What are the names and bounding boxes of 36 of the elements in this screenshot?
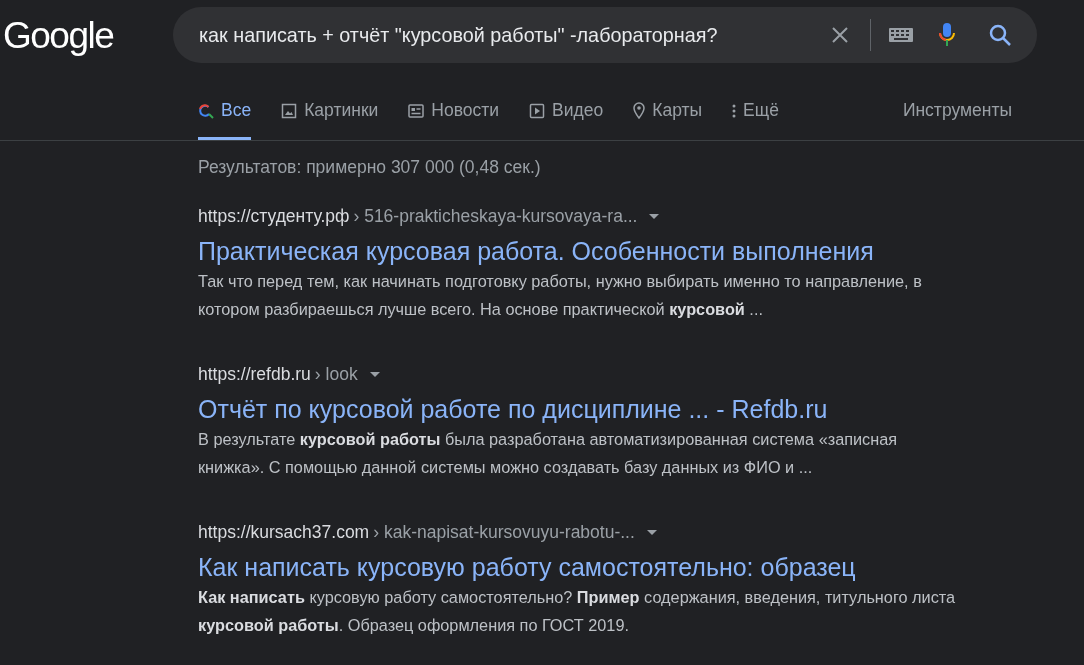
result-url: https://kursach37.com (198, 521, 370, 543)
search-tab[interactable]: Новости (408, 76, 500, 140)
keyboard-icon[interactable] (889, 28, 913, 42)
result-url: https://refdb.ru (198, 363, 311, 385)
map-pin-icon (633, 102, 646, 119)
close-icon[interactable] (831, 26, 849, 44)
search-tab[interactable]: Видео (529, 76, 604, 140)
result-snippet: В результате курсовой работы была разработана автоматизированная система «записная книжка». С помощью данной системы можно создавать базу данных из ФИО и ... (198, 429, 899, 478)
microphone-icon[interactable] (939, 23, 955, 47)
tools-link[interactable]: Инструменты (902, 76, 1012, 140)
result-path: › kak-napisat-kursovuyu-rabotu-... (373, 521, 635, 543)
caret-icon[interactable] (369, 371, 380, 377)
result-stats: Результатов: примерно 307 000 (0,48 сек.) (198, 157, 542, 177)
search-tab[interactable]: Ещё (732, 76, 779, 140)
more-icon (732, 103, 737, 118)
newspaper-icon (408, 103, 425, 118)
image-icon (281, 102, 298, 119)
search-input[interactable]: как написать + отчёт "курсовой работы" -лабораторная? (199, 23, 831, 47)
result-title-link[interactable]: Практическая курсовая работа. Особенности выполнения (198, 235, 978, 267)
google-logo[interactable]: Google (0, 15, 173, 57)
result-title-link[interactable]: Как написать курсовую работу самостоятельно: образец (198, 551, 978, 583)
search-icon (198, 102, 214, 119)
play-icon (529, 102, 546, 119)
search-tab[interactable]: Карты (633, 76, 703, 140)
result-path: › look (314, 363, 358, 385)
search-tab[interactable]: Картинки (281, 76, 379, 140)
result-path: › 516-prakticheskaya-kursovaya-ra... (353, 205, 638, 227)
result-snippet: Так что перед тем, как начинать подготовку работы, нужно выбирать именно то направление, в котором разбираешься лучше всего. На основе практической курсовой ... (198, 271, 923, 320)
result-snippet: Как написать курсовую работу самостоятельно? Пример содержания, введения, титульного листа курсовой работы. Образец оформления по ГОСТ 2019. (198, 587, 957, 636)
search-tab[interactable]: Все (198, 76, 252, 140)
search-field[interactable]: как написать + отчёт "курсовой работы" -лабораторная? (173, 7, 1037, 63)
caret-icon[interactable] (646, 529, 657, 535)
result-url: https://студенту.рф (198, 205, 350, 227)
search-icon[interactable] (989, 24, 1011, 46)
caret-icon[interactable] (649, 213, 660, 219)
result-title-link[interactable]: Отчёт по курсовой работе по дисциплине ... - Refdb.ru (198, 393, 978, 425)
